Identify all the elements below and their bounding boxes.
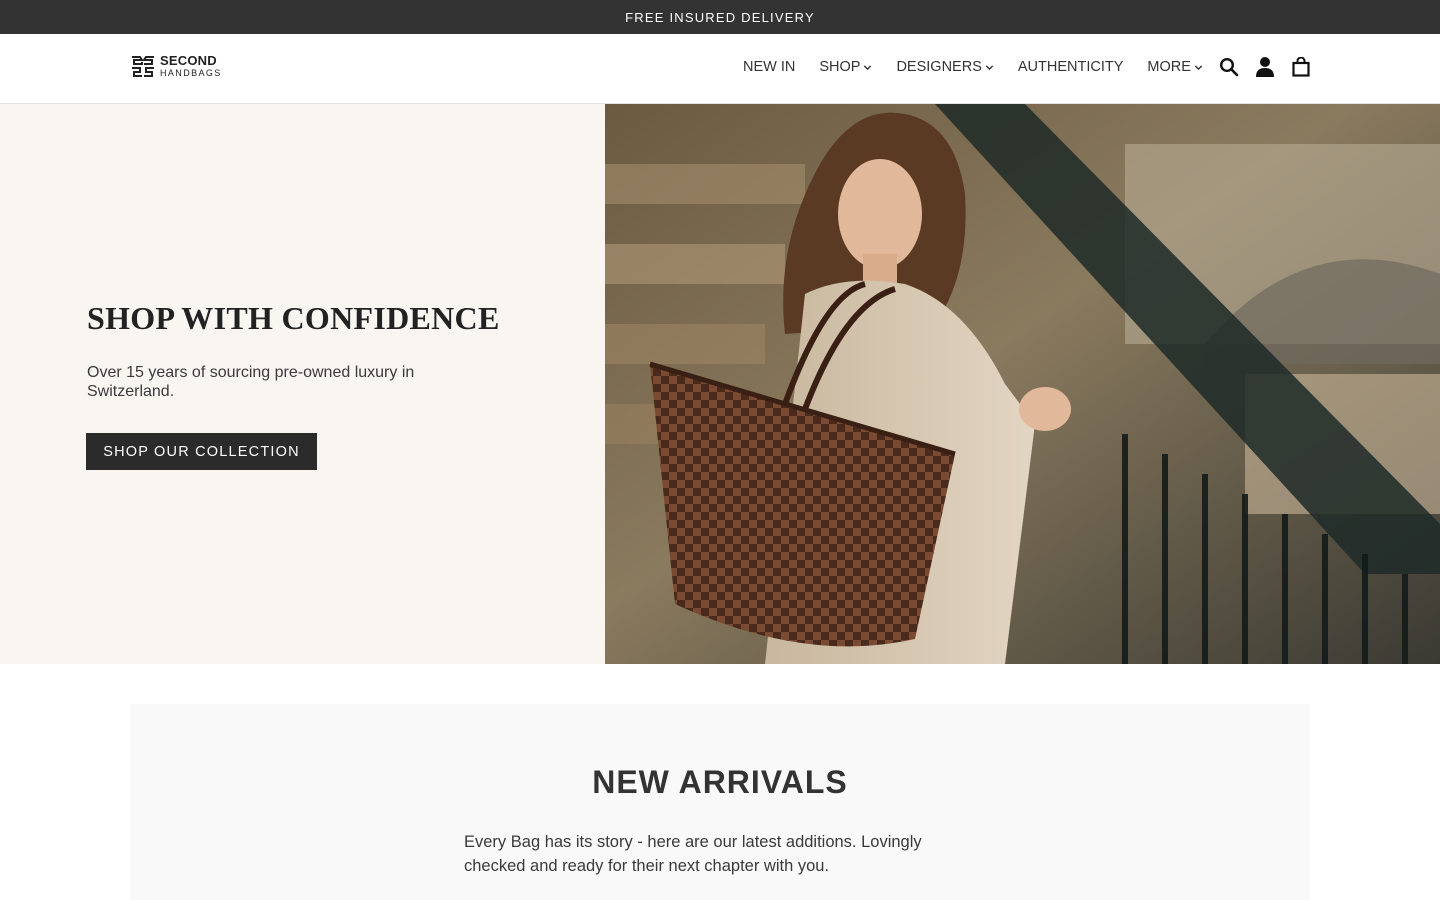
nav-label: MORE — [1147, 59, 1191, 75]
announcement-bar: FREE INSURED DELIVERY — [0, 0, 1440, 34]
nav-item-shop[interactable]: SHOP — [819, 59, 872, 75]
site-header: SECOND HANDBAGS NEW IN SHOP DESIGNERS AU… — [0, 34, 1440, 104]
nav-label: DESIGNERS — [896, 59, 982, 75]
header-icons — [1218, 56, 1312, 78]
chevron-down-icon — [864, 64, 872, 70]
new-arrivals-description: Every Bag has its story - here are our l… — [464, 833, 922, 875]
chevron-down-icon — [1194, 64, 1203, 70]
announcement-text: FREE INSURED DELIVERY — [625, 9, 815, 25]
chevron-down-icon — [985, 64, 994, 70]
nav-item-authenticity[interactable]: AUTHENTICITY — [1018, 59, 1124, 75]
hero-photo-illustration — [605, 104, 1440, 664]
hero-subtitle: Over 15 years of sourcing pre-owned luxu… — [87, 364, 415, 400]
nav-label: AUTHENTICITY — [1017, 59, 1124, 75]
cart-button[interactable] — [1290, 56, 1312, 78]
search-button[interactable] — [1218, 56, 1240, 78]
logo-text-bottom: HANDBAGS — [160, 68, 222, 78]
search-icon — [1219, 57, 1239, 77]
nav-label: NEW IN — [743, 59, 796, 75]
new-arrivals-section: NEW ARRIVALS Every Bag has its story - h… — [130, 704, 1310, 900]
hero-text-panel: SHOP WITH CONFIDENCE Over 15 years of so… — [0, 104, 605, 664]
nav-item-new-in[interactable]: NEW IN — [743, 59, 795, 75]
cart-icon — [1292, 57, 1310, 77]
site-logo[interactable]: SECOND HANDBAGS — [130, 52, 222, 80]
main-nav: NEW IN SHOP DESIGNERS AUTHENTICITY MORE — [743, 34, 1203, 100]
account-icon — [1256, 57, 1274, 77]
account-button[interactable] — [1254, 56, 1276, 78]
nav-item-designers[interactable]: DESIGNERS — [896, 59, 994, 75]
logo-text-top: SECOND — [160, 53, 217, 68]
logo-mark-icon — [132, 56, 154, 77]
hero-title: SHOP WITH CONFIDENCE — [87, 300, 500, 336]
hero-image — [605, 104, 1440, 664]
hero-section: SHOP WITH CONFIDENCE Over 15 years of so… — [0, 104, 1440, 664]
nav-item-more[interactable]: MORE — [1147, 59, 1203, 75]
nav-label: SHOP — [819, 59, 861, 75]
new-arrivals-title: NEW ARRIVALS — [592, 764, 848, 800]
shop-collection-button[interactable]: SHOP OUR COLLECTION — [86, 433, 317, 470]
